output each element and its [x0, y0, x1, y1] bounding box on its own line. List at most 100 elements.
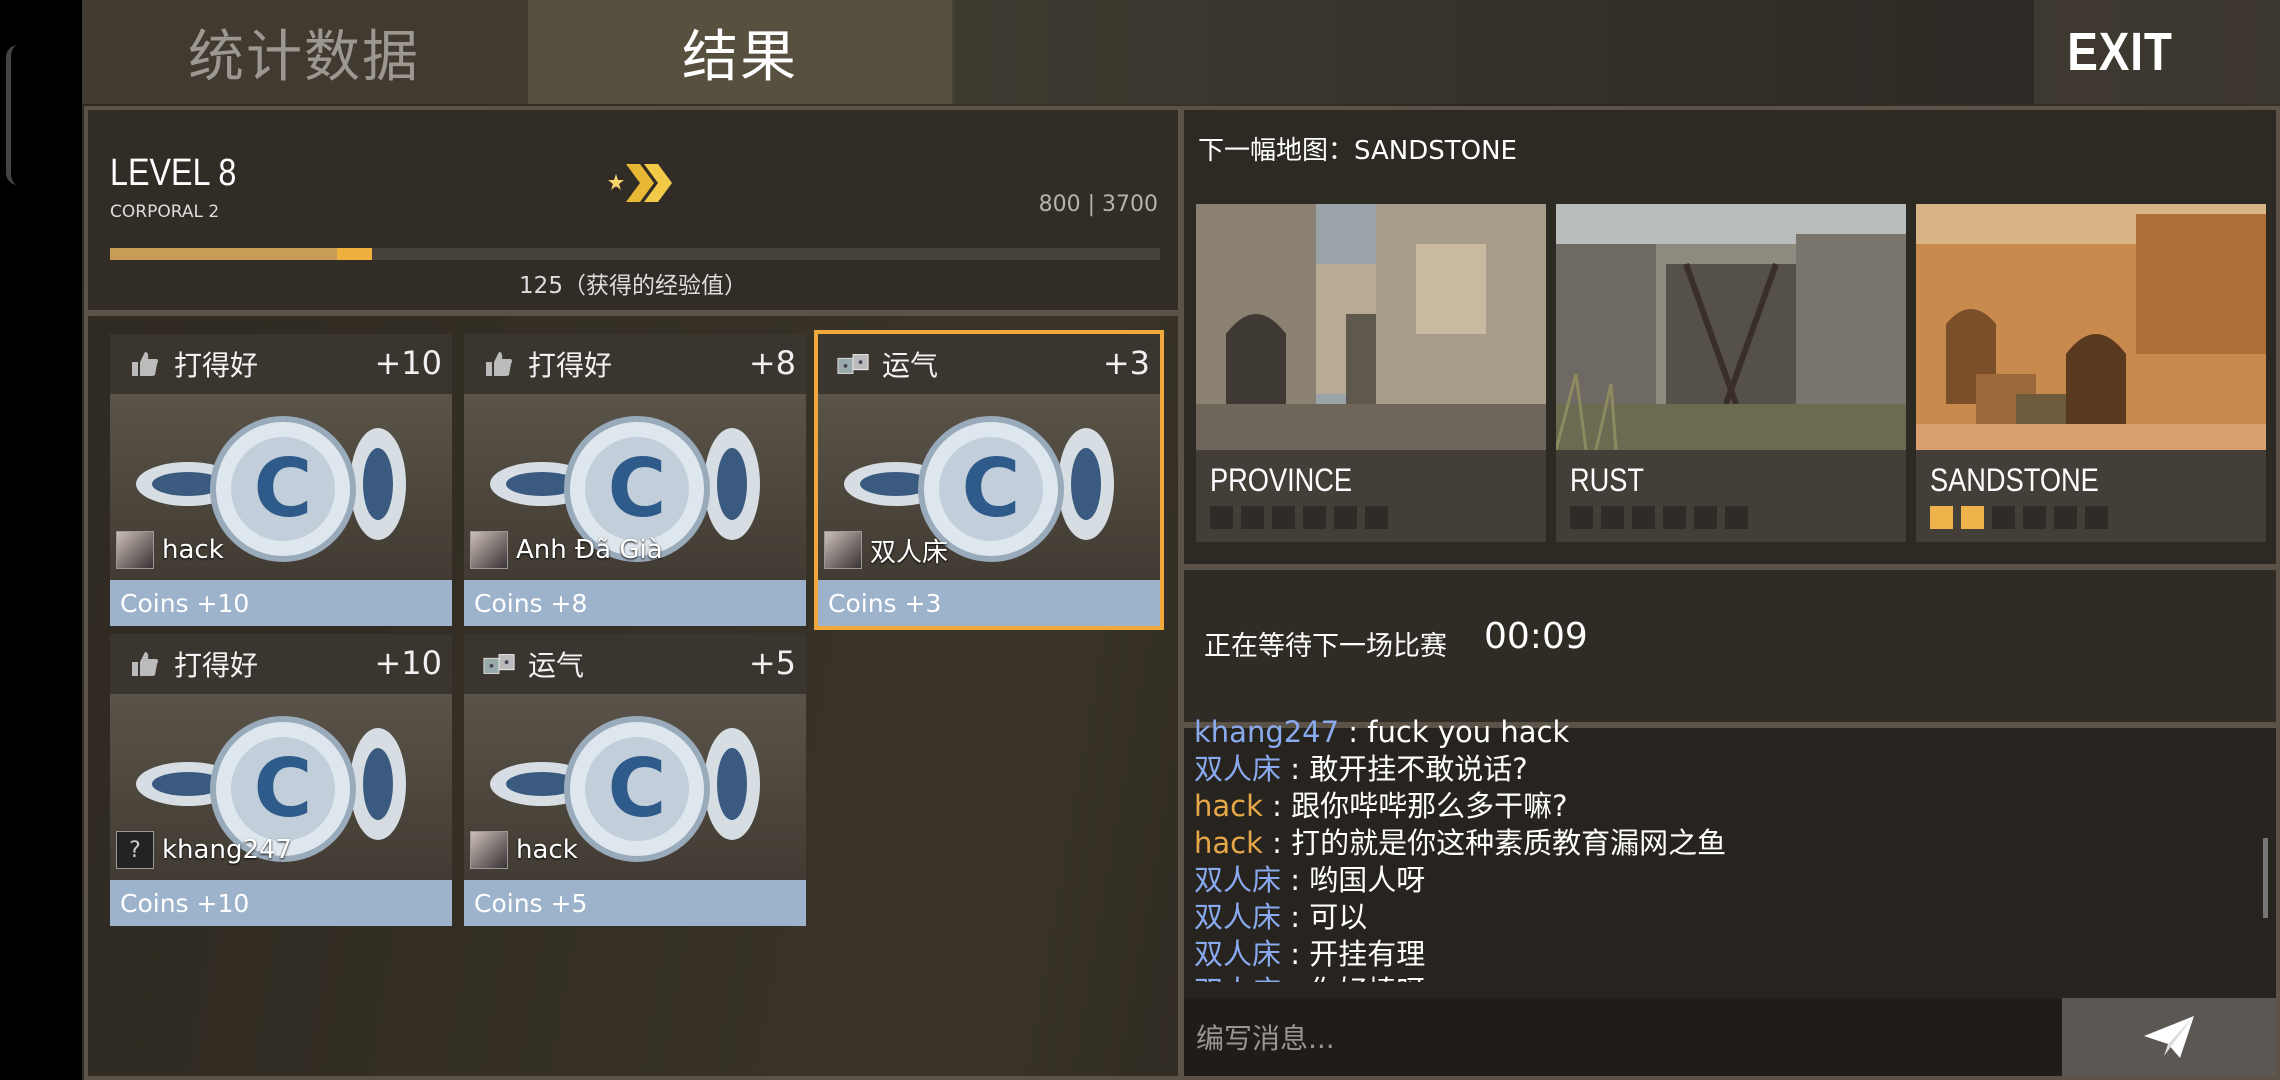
map-thumbnail-rust	[1556, 204, 1906, 450]
map-votes	[1570, 506, 1748, 529]
reward-card[interactable]: 打得好 +10 C hack Coins +10	[110, 334, 452, 626]
vote-slot	[2054, 506, 2077, 529]
rank-chevron-icon	[608, 164, 672, 202]
chat-text: : 你好棒呀	[1281, 974, 1425, 982]
reward-points: +3	[1102, 344, 1150, 382]
thumbs-up-icon	[132, 652, 158, 676]
reward-label: 打得好	[528, 349, 613, 382]
tab-stats[interactable]: 统计数据	[82, 0, 526, 104]
paper-plane-icon	[2144, 1016, 2194, 1058]
reward-coins: Coins +3	[818, 580, 1160, 626]
level-title: LEVEL 8	[110, 152, 237, 194]
chat-username[interactable]: 双人床	[1194, 900, 1281, 934]
avatar	[470, 531, 508, 569]
chat-username[interactable]: 双人床	[1194, 863, 1281, 897]
chat-message: 双人床 : 你好棒呀	[1194, 973, 2254, 982]
match-results-screen: 统计数据 结果 EXIT LEVEL 8 CORPORAL 2 800 | 37…	[82, 0, 2280, 1080]
top-bar-spacer	[954, 0, 2034, 104]
chat-text: : 敢开挂不敢说话?	[1281, 752, 1528, 786]
reward-card-header: 运气 +3	[818, 334, 1160, 394]
map-votes	[1930, 506, 2108, 529]
chat-message: 双人床 : 敢开挂不敢说话?	[1194, 751, 2254, 788]
reward-card[interactable]: 打得好 +8 C Anh Đã Già Coins +8	[464, 334, 806, 626]
countdown-timer: 00:09	[1484, 616, 1588, 657]
chat-text: : 跟你哔哔那么多干嘛?	[1262, 789, 1568, 823]
reward-label: 运气	[528, 649, 585, 682]
vote-slot	[1570, 506, 1593, 529]
map-card-rust[interactable]: RUST	[1556, 204, 1906, 542]
chat-username[interactable]: hack	[1194, 789, 1263, 823]
vote-slot	[1365, 506, 1388, 529]
chat-message: hack : 打的就是你这种素质教育漏网之鱼	[1194, 825, 2254, 862]
chat-message: khang247 : fuck you hack	[1194, 714, 2254, 751]
chat-username[interactable]: hack	[1194, 826, 1263, 860]
player-name: Anh Đã Già	[516, 535, 663, 565]
reward-points: +8	[748, 344, 796, 382]
chat-message: 双人床 : 可以	[1194, 899, 2254, 936]
xp-progress-fill	[110, 248, 337, 260]
vote-slot	[1334, 506, 1357, 529]
reward-card-header: 打得好 +10	[110, 334, 452, 394]
chat-message: hack : 跟你哔哔那么多干嘛?	[1194, 788, 2254, 825]
dice-icon	[837, 354, 869, 374]
avatar	[824, 531, 862, 569]
thumbs-up-icon	[482, 349, 516, 379]
reward-card[interactable]: 打得好 +10 C ? khang247 Coins +10	[110, 634, 452, 926]
map-thumbnail-sandstone	[1916, 204, 2266, 450]
chat-scrollbar[interactable]	[2263, 838, 2268, 918]
edge-handle	[6, 45, 21, 185]
vote-slot	[1694, 506, 1717, 529]
rank-name: CORPORAL 2	[110, 202, 220, 222]
exit-button[interactable]: EXIT	[1984, 0, 2256, 104]
chat-username[interactable]: 双人床	[1194, 974, 1281, 982]
vote-slot	[2023, 506, 2046, 529]
svg-text:C: C	[254, 442, 313, 535]
chat-username[interactable]: 双人床	[1194, 937, 1281, 971]
vote-slot	[1663, 506, 1686, 529]
send-button[interactable]	[2062, 998, 2276, 1076]
chat-message-input[interactable]	[1194, 1008, 2048, 1068]
reward-player: 双人床	[824, 530, 948, 570]
reward-card[interactable]: 运气 +3 C 双人床 Coins +3	[814, 330, 1164, 630]
avatar	[116, 531, 154, 569]
map-card-province[interactable]: PROVINCE	[1196, 204, 1546, 542]
waiting-label: 正在等待下一场比赛	[1204, 631, 1447, 662]
dice-icon	[483, 654, 515, 674]
map-name: PROVINCE	[1210, 462, 1353, 498]
map-name: RUST	[1570, 462, 1645, 498]
svg-text:C: C	[608, 742, 667, 835]
svg-text:C: C	[962, 442, 1021, 535]
chat-text: : 哟国人呀	[1281, 863, 1426, 897]
reward-card-header: 打得好 +10	[110, 634, 452, 694]
tab-results[interactable]: 结果	[528, 0, 952, 104]
xp-values: 800 | 3700	[1038, 192, 1158, 217]
chat-username[interactable]: khang247	[1194, 715, 1339, 749]
avatar: ?	[116, 831, 154, 869]
chat-text: : 开挂有理	[1281, 937, 1426, 971]
reward-label: 运气	[882, 349, 939, 382]
chat-username[interactable]: 双人床	[1194, 752, 1281, 786]
player-name: hack	[162, 535, 224, 565]
reward-card[interactable]: 运气 +5 C hack Coins +5	[464, 634, 806, 926]
rewards-panel: 打得好 +10 C hack Coins +10 打得好 +8 C Anh Đã…	[84, 312, 1182, 1080]
reward-coins: Coins +5	[464, 880, 806, 926]
vote-slot	[1210, 506, 1233, 529]
reward-coins: Coins +8	[464, 580, 806, 626]
reward-player: ? khang247	[116, 830, 292, 870]
vote-slot	[1601, 506, 1624, 529]
dice-icon	[482, 649, 516, 679]
reward-label: 打得好	[174, 649, 259, 682]
next-map-panel: 下一幅地图：SANDSTONE PROVINCE RUST SANDSTONE	[1180, 106, 2280, 568]
thumbs-up-icon	[128, 349, 162, 379]
reward-points: +10	[374, 644, 442, 682]
player-name: khang247	[162, 835, 293, 865]
avatar	[470, 831, 508, 869]
chat-panel: khang247 : fuck you hack 双人床 : 敢开挂不敢说话? ha…	[1180, 715, 2280, 1080]
map-name: SANDSTONE	[1930, 462, 2099, 498]
chat-text: : fuck you hack	[1339, 715, 1570, 749]
level-panel: LEVEL 8 CORPORAL 2 800 | 3700 125（获得的经验值…	[84, 106, 1182, 314]
chat-log[interactable]: khang247 : fuck you hack 双人床 : 敢开挂不敢说话? ha…	[1194, 714, 2254, 982]
map-card-sandstone[interactable]: SANDSTONE	[1916, 204, 2266, 542]
reward-points: +10	[374, 344, 442, 382]
chat-message: 双人床 : 开挂有理	[1194, 936, 2254, 973]
